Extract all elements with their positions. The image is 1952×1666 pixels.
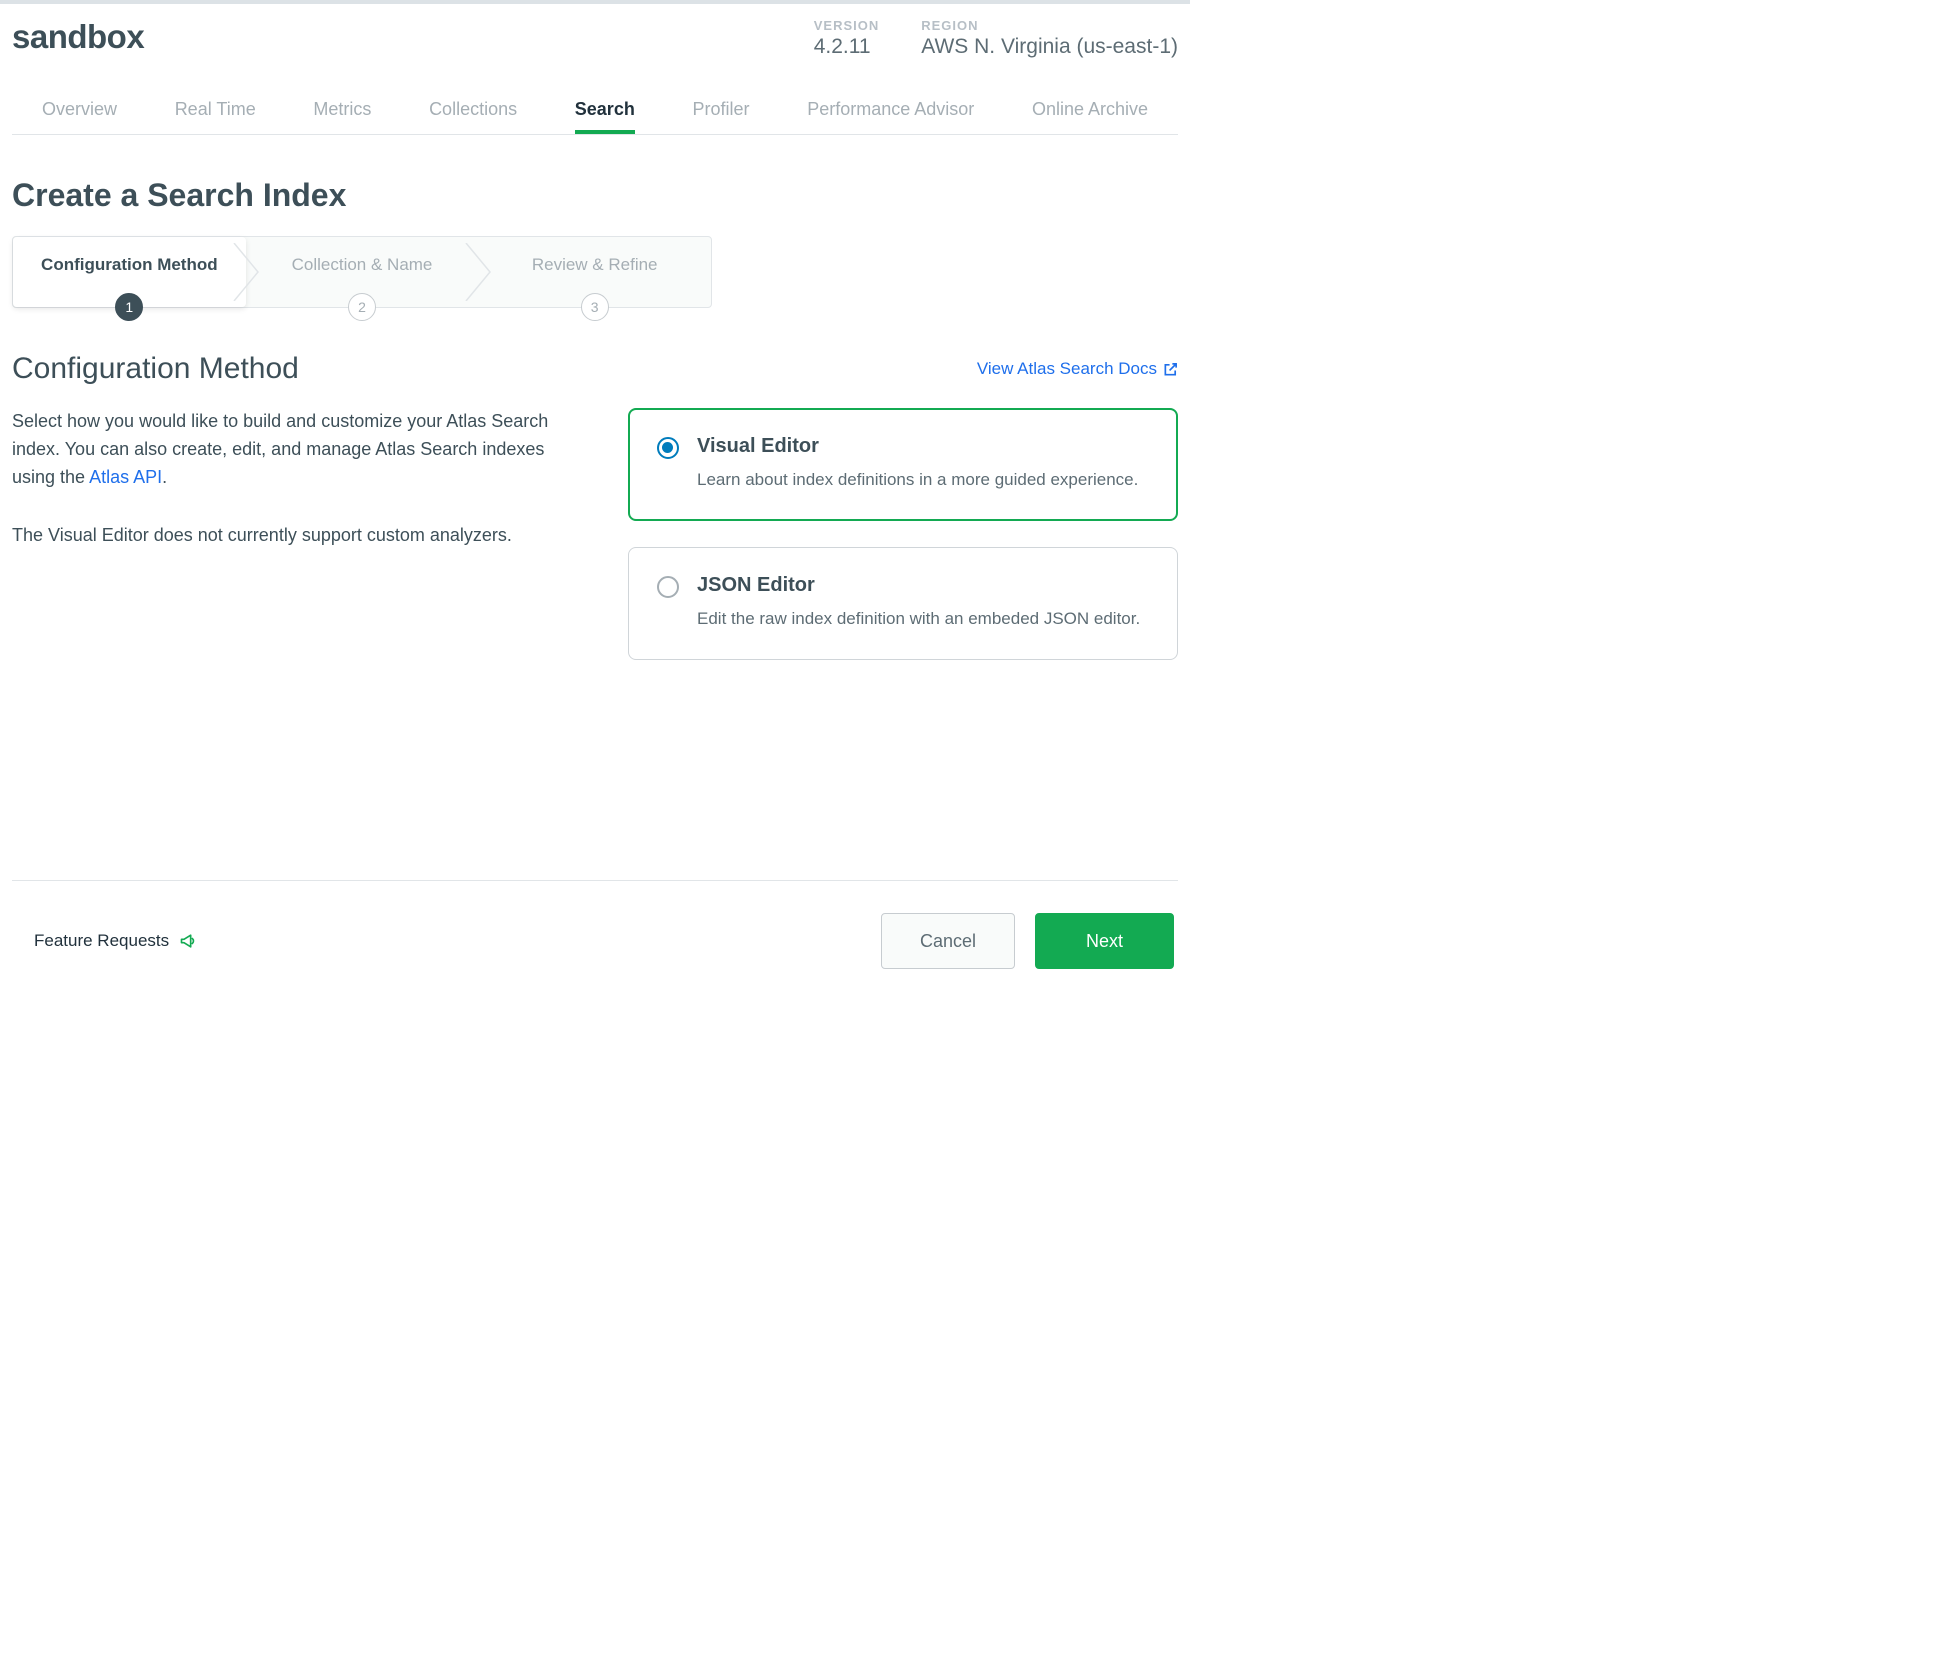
radio-unselected-icon [657, 576, 679, 598]
atlas-api-link[interactable]: Atlas API [89, 467, 162, 487]
megaphone-icon [179, 931, 199, 951]
external-link-icon [1163, 362, 1178, 377]
tab-profiler[interactable]: Profiler [693, 89, 750, 134]
footer: Feature Requests Cancel Next [12, 880, 1178, 993]
option-title: Visual Editor [697, 435, 1138, 458]
stepper: Configuration Method 1 Collection & Name… [12, 236, 712, 308]
cancel-button[interactable]: Cancel [881, 913, 1015, 969]
step-number: 3 [581, 293, 609, 321]
feature-requests-label: Feature Requests [34, 931, 169, 951]
view-docs-link[interactable]: View Atlas Search Docs [977, 359, 1178, 379]
description-part-1b: . [162, 467, 167, 487]
region-value: AWS N. Virginia (us-east-1) [921, 35, 1178, 59]
cluster-name: sandbox [12, 18, 144, 56]
step-number: 1 [115, 293, 143, 321]
option-visual-editor[interactable]: Visual Editor Learn about index definiti… [628, 408, 1178, 521]
step-label: Review & Refine [488, 255, 701, 275]
header-meta: VERSION 4.2.11 REGION AWS N. Virginia (u… [814, 18, 1178, 59]
option-desc: Edit the raw index definition with an em… [697, 609, 1140, 629]
header: sandbox VERSION 4.2.11 REGION AWS N. Vir… [12, 4, 1178, 59]
page-title: Create a Search Index [12, 177, 1178, 214]
step-number: 2 [348, 293, 376, 321]
tab-overview[interactable]: Overview [42, 89, 117, 134]
tab-performance-advisor[interactable]: Performance Advisor [807, 89, 974, 134]
region-label: REGION [921, 18, 1178, 33]
step-label: Collection & Name [256, 255, 469, 275]
step-label: Configuration Method [23, 255, 236, 275]
radio-selected-icon [657, 437, 679, 459]
step-collection-and-name[interactable]: Collection & Name 2 [246, 237, 479, 307]
docs-link-text: View Atlas Search Docs [977, 359, 1157, 379]
tab-online-archive[interactable]: Online Archive [1032, 89, 1148, 134]
version-value: 4.2.11 [814, 35, 880, 59]
tab-collections[interactable]: Collections [429, 89, 517, 134]
next-button[interactable]: Next [1035, 913, 1174, 969]
option-json-editor[interactable]: JSON Editor Edit the raw index definitio… [628, 547, 1178, 660]
description-part-2: The Visual Editor does not currently sup… [12, 522, 592, 550]
description-text: Select how you would like to build and c… [12, 408, 592, 580]
tab-metrics[interactable]: Metrics [313, 89, 371, 134]
feature-requests-link[interactable]: Feature Requests [34, 931, 199, 951]
section-title: Configuration Method [12, 352, 299, 386]
version-label: VERSION [814, 18, 880, 33]
option-desc: Learn about index definitions in a more … [697, 470, 1138, 490]
tab-real-time[interactable]: Real Time [175, 89, 256, 134]
tabs: Overview Real Time Metrics Collections S… [12, 89, 1178, 135]
tab-search[interactable]: Search [575, 89, 635, 134]
option-title: JSON Editor [697, 574, 1140, 597]
step-configuration-method[interactable]: Configuration Method 1 [13, 237, 246, 307]
step-review-and-refine[interactable]: Review & Refine 3 [478, 237, 711, 307]
